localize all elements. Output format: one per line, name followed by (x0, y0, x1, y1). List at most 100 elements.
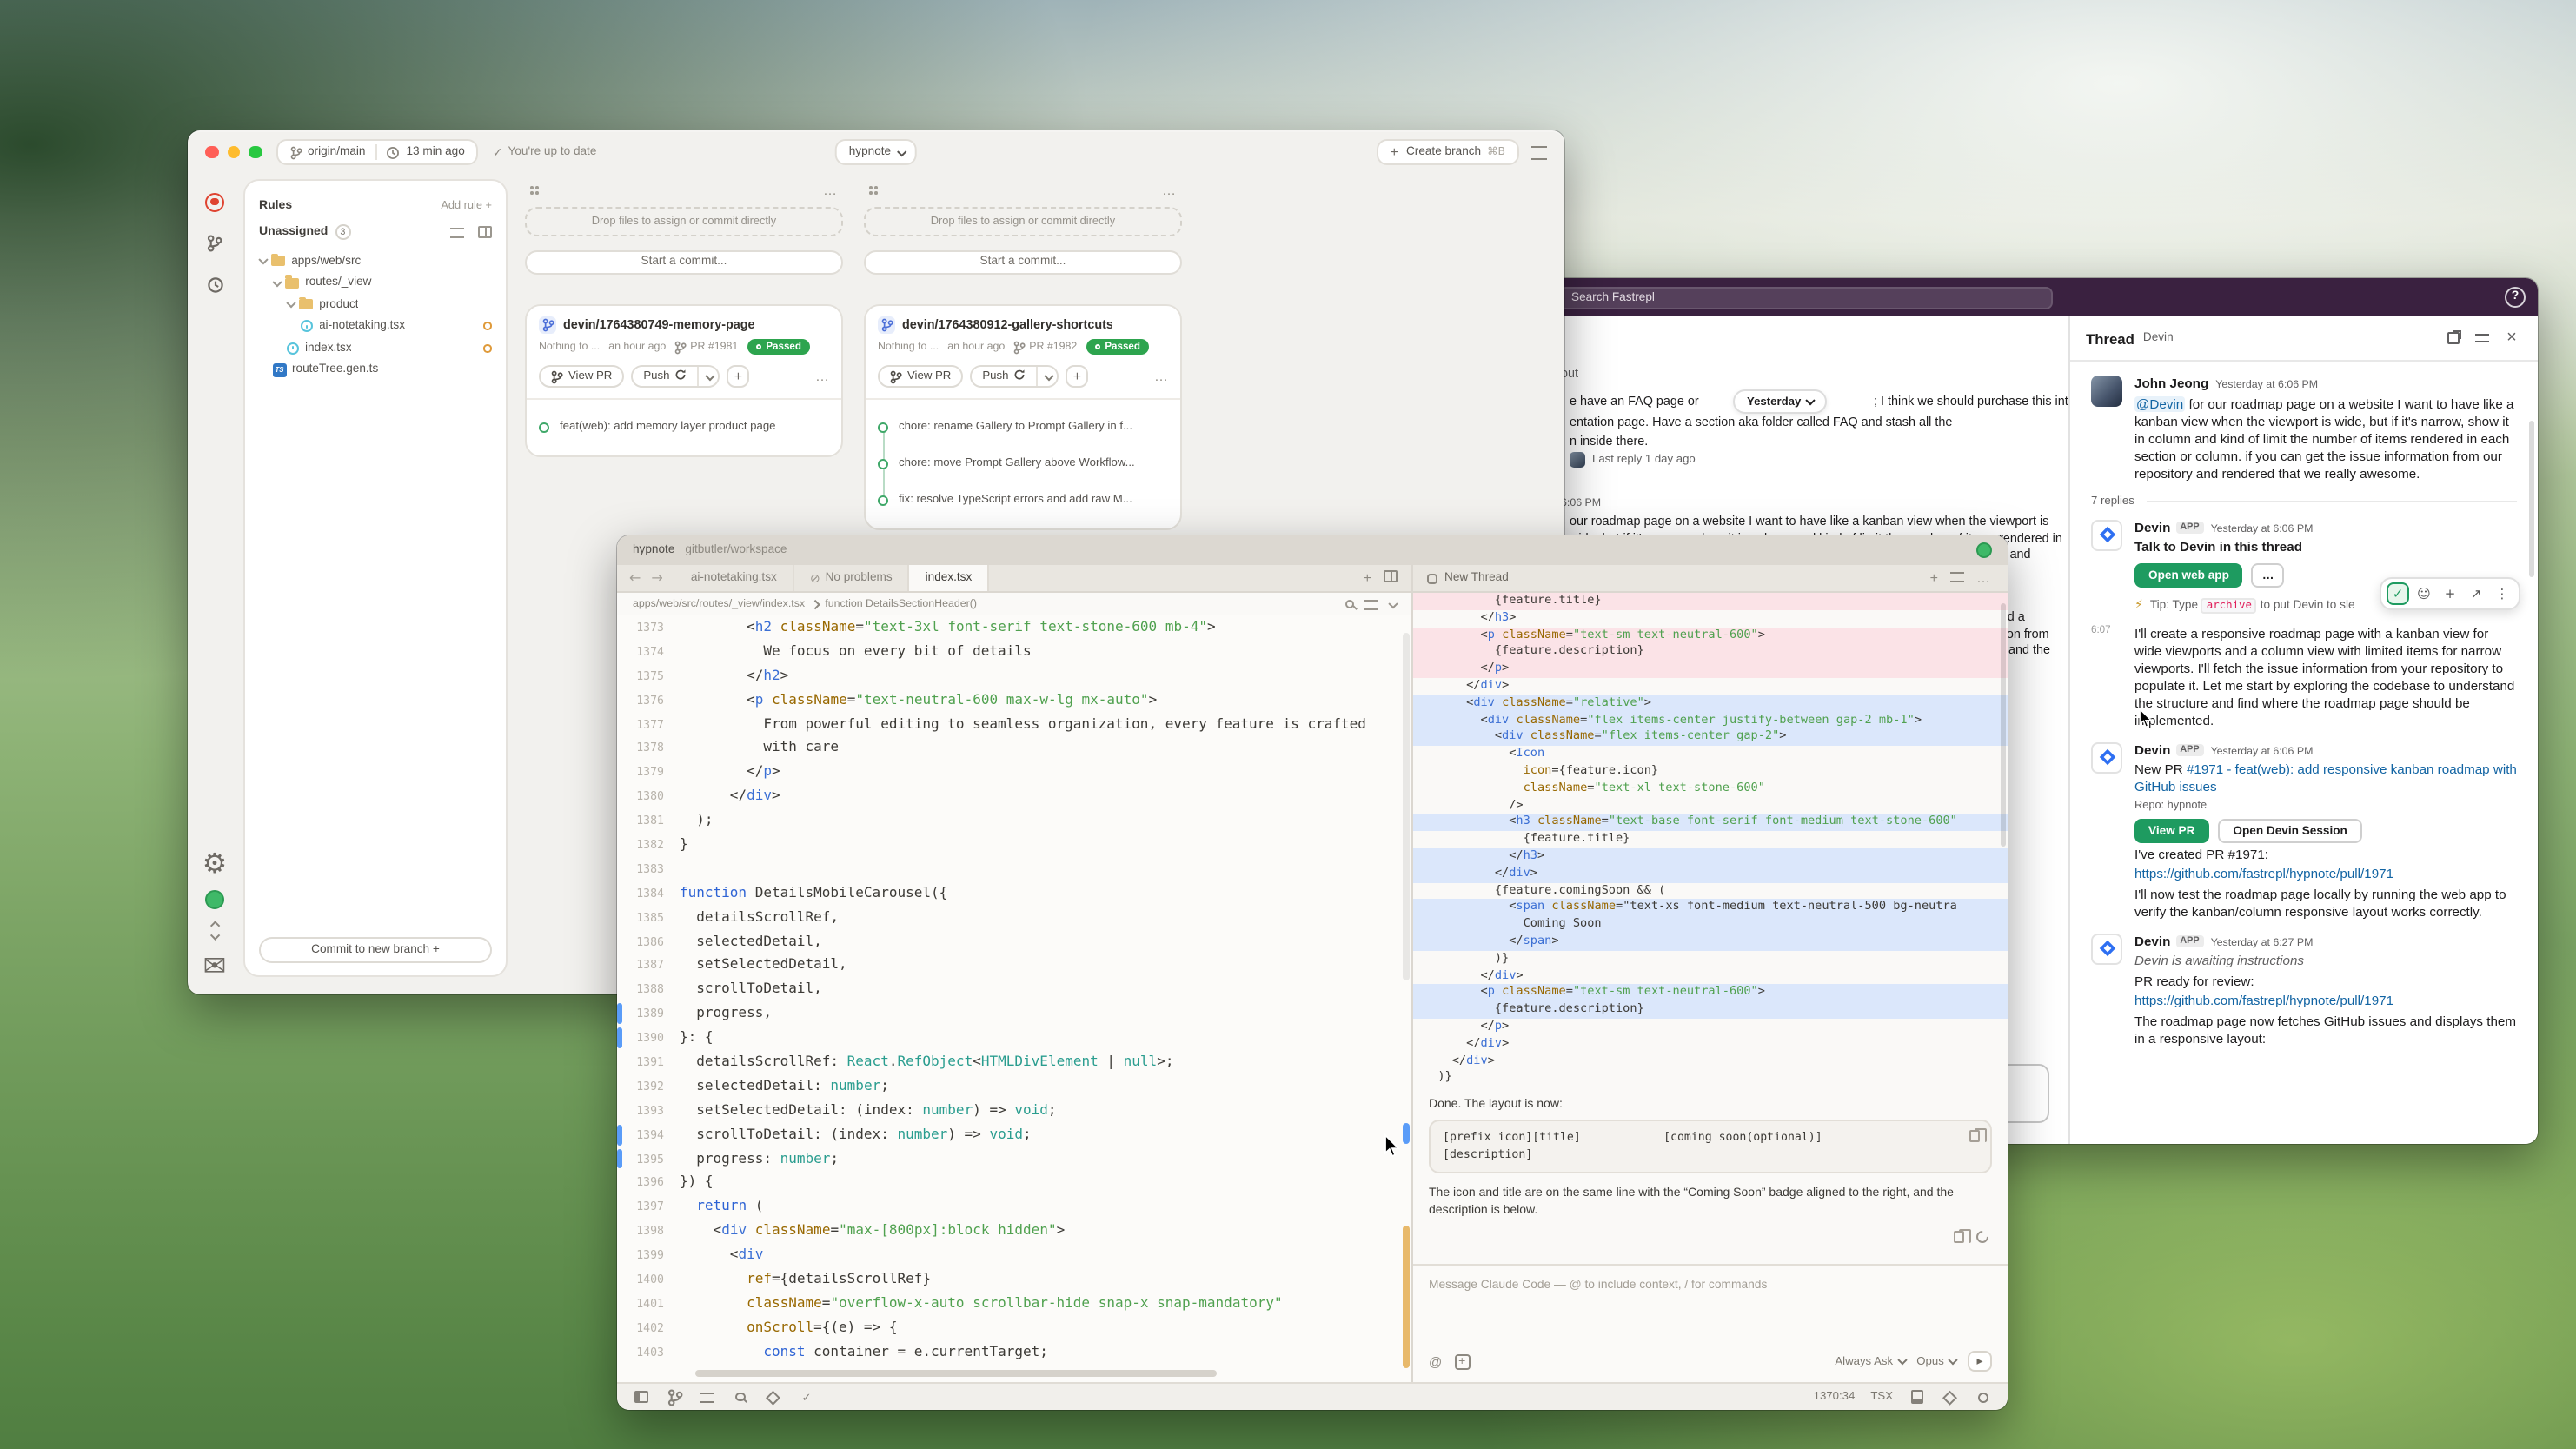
permission-mode-select[interactable]: Always Ask (1835, 1355, 1904, 1367)
model-select[interactable]: Opus (1916, 1355, 1955, 1367)
code-line[interactable]: 1385 detailsScrollRef, (617, 905, 1411, 929)
code-line[interactable]: 1397 return ( (617, 1195, 1411, 1220)
tree-item-ai-notetaking-tsx[interactable]: ai-notetaking.tsx (245, 316, 506, 337)
open-in-new-icon[interactable] (2442, 328, 2463, 349)
emoji-reaction-button[interactable]: ☺ (2413, 582, 2435, 605)
editor-title-bar[interactable]: hypnote gitbutler/workspace (617, 535, 2008, 565)
commit-item[interactable]: chore: move Prompt Gallery above Workflo… (878, 445, 1168, 482)
pr-link[interactable]: PR #1981 (674, 340, 738, 354)
devin-avatar[interactable] (2091, 519, 2122, 550)
tree-item-product[interactable]: product (245, 294, 506, 316)
view-pr-button[interactable]: View PR (878, 365, 963, 388)
code-line[interactable]: 1403 const container = e.currentTarget; (617, 1339, 1411, 1364)
settings-gear-icon[interactable]: ⚙ (202, 852, 227, 876)
code-editor-pane[interactable]: 1373 <h2 className="text-3xl font-serif … (617, 615, 1411, 1382)
code-line[interactable]: 1398 <div className="max-[800px]:block h… (617, 1220, 1411, 1244)
search-icon[interactable] (1345, 600, 1355, 609)
back-icon[interactable]: ← (629, 570, 641, 586)
lane-handle-icon[interactable] (869, 186, 878, 195)
vertical-scrollbar[interactable] (1402, 633, 1409, 980)
code-line[interactable]: 1374 We focus on every bit of details (617, 640, 1411, 664)
ci-status-badge[interactable]: Passed (1086, 339, 1149, 355)
pr-url-link[interactable]: https://github.com/fastrepl/hypnote/pull… (2134, 866, 2517, 883)
breadcrumb-path[interactable]: apps/web/src/routes/_view/index.tsx (633, 598, 805, 610)
assistant-status-icon[interactable] (765, 1388, 782, 1406)
breadcrumb[interactable]: apps/web/src/routes/_view/index.tsx func… (617, 593, 1411, 615)
push-button-group[interactable]: Push (631, 365, 720, 388)
add-reaction-button[interactable]: + (2439, 582, 2461, 605)
code-line[interactable]: 1402 onScroll={(e) => { (617, 1316, 1411, 1340)
language-selector[interactable]: TSX (1870, 1391, 1893, 1403)
completed-reaction-button[interactable]: ✓ (2387, 582, 2409, 605)
project-switcher[interactable]: hypnote (835, 139, 918, 165)
code-line[interactable]: 1394 scrollToDetail: (index: number) => … (617, 1122, 1411, 1147)
code-line[interactable]: 1376 <p className="text-neutral-600 max-… (617, 688, 1411, 712)
branch-menu-button[interactable]: … (815, 369, 829, 384)
breadcrumb-symbol[interactable]: function DetailsSectionHeader() (825, 598, 977, 610)
assistant-menu-icon[interactable]: … (1976, 570, 1990, 586)
new-tab-icon[interactable]: + (1364, 570, 1371, 586)
help-icon[interactable]: ? (2505, 286, 2526, 307)
copy-icon[interactable] (1969, 1130, 1980, 1142)
outline-icon[interactable] (1365, 599, 1379, 609)
copy-message-icon[interactable] (1954, 1231, 1964, 1243)
chevron-down-icon[interactable] (1390, 599, 1398, 608)
regenerate-icon[interactable] (1974, 1228, 1991, 1246)
code-line[interactable]: 1399 <div (617, 1243, 1411, 1267)
author-name[interactable]: Devin (2134, 519, 2170, 535)
start-commit-button[interactable]: Start a commit... (525, 250, 843, 274)
cursor-position[interactable]: 1370:34 (1814, 1391, 1856, 1403)
code-line[interactable]: 1401 className="overflow-x-auto scrollba… (617, 1292, 1411, 1316)
attach-context-icon[interactable]: + (1454, 1353, 1470, 1369)
tab-index-tsx[interactable]: index.tsx (910, 565, 990, 591)
notifications-icon[interactable] (1975, 1388, 1992, 1406)
branch-plus-button[interactable]: + (727, 365, 749, 388)
code-line[interactable]: 1388 scrollToDetail, (617, 978, 1411, 1002)
code-line[interactable]: 1395 progress: number; (617, 1147, 1411, 1171)
devin-avatar[interactable] (2091, 933, 2122, 964)
timestamp[interactable]: Yesterday at 6:06 PM (2211, 745, 2314, 757)
message-more-button[interactable]: … (2252, 563, 2285, 588)
close-thread-icon[interactable]: × (2501, 328, 2522, 349)
code-line[interactable]: 1373 <h2 className="text-3xl font-serif … (617, 615, 1411, 640)
code-line[interactable]: 1384function DetailsMobileCarousel({ (617, 881, 1411, 906)
project-panel-icon[interactable] (633, 1388, 650, 1406)
code-line[interactable]: 1381 ); (617, 808, 1411, 833)
code-line[interactable]: 1400 ref={detailsScrollRef} (617, 1267, 1411, 1292)
code-line[interactable]: 1396}) { (617, 1171, 1411, 1195)
close-window-button[interactable] (205, 146, 218, 159)
base-branch-pill[interactable]: origin/main 13 min ago (276, 139, 479, 165)
lane-handle-icon[interactable] (530, 186, 539, 195)
author-name[interactable]: Devin (2134, 933, 2170, 948)
create-branch-button[interactable]: + Create branch ⌘B (1377, 139, 1519, 165)
lane-menu-button[interactable]: … (1162, 183, 1177, 198)
send-button[interactable]: ▸ (1968, 1351, 1992, 1372)
code-line[interactable]: 1379 </p> (617, 761, 1411, 785)
git-panel-icon[interactable] (666, 1388, 683, 1406)
code-line[interactable]: 1390}: { (617, 1026, 1411, 1050)
thread-scrollbar[interactable] (2529, 421, 2534, 577)
assistant-scrollbar[interactable] (2000, 603, 2006, 847)
forward-icon[interactable]: → (651, 570, 662, 586)
user-avatar[interactable] (205, 890, 224, 909)
horizontal-scrollbar[interactable] (695, 1370, 1217, 1377)
devin-avatar[interactable] (2091, 741, 2122, 773)
code-line[interactable]: 1383 (617, 857, 1411, 881)
code-line[interactable]: 1387 setSelectedDetail, (617, 954, 1411, 978)
feedback-mail-icon[interactable]: ✉ (202, 953, 227, 977)
author-name[interactable]: Devin (2134, 741, 2170, 757)
commit-item[interactable]: feat(web): add memory layer product page (539, 409, 829, 445)
open-web-app-button[interactable]: Open web app (2134, 563, 2243, 588)
branch-plus-button[interactable]: + (1066, 365, 1088, 388)
push-dropdown-button[interactable] (697, 367, 718, 386)
diagnostics-summary[interactable]: ⊘No problems (794, 565, 910, 591)
code-line[interactable]: 1380 </div> (617, 784, 1411, 808)
author-name[interactable]: John Jeong (2134, 376, 2208, 391)
pr-url-link[interactable]: https://github.com/fastrepl/hypnote/pull… (2134, 993, 2517, 1010)
code-line[interactable]: 1393 setSelectedDetail: (index: number) … (617, 1099, 1411, 1123)
ci-status-badge[interactable]: Passed (747, 339, 810, 355)
minimize-window-button[interactable] (227, 146, 240, 159)
workspace-settings-icon[interactable] (1531, 146, 1547, 160)
branches-icon[interactable] (202, 231, 227, 256)
tree-item-index-tsx[interactable]: index.tsx (245, 337, 506, 359)
